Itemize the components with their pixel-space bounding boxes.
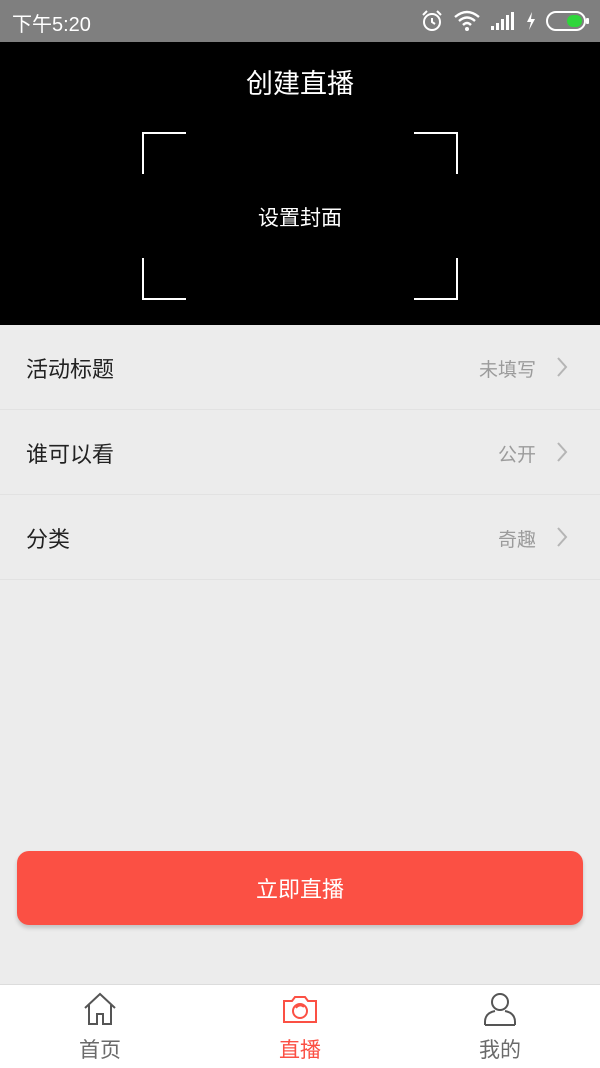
header: 创建直播 设置封面: [0, 42, 600, 325]
tab-label: 我的: [479, 1038, 521, 1062]
row-value: 奇趣: [497, 529, 536, 551]
user-icon: [484, 993, 516, 1026]
charging-icon: [527, 12, 535, 30]
tab-label: 首页: [79, 1038, 121, 1062]
status-bar: 下午5:20: [0, 0, 600, 42]
row-label: 谁可以看: [26, 443, 115, 468]
frame-corner: [414, 132, 458, 174]
tab-live[interactable]: 直播: [200, 985, 400, 1068]
signal-icon: [491, 12, 514, 30]
row-label: 分类: [26, 528, 71, 553]
status-icons: [420, 8, 590, 34]
settings-row-title[interactable]: 活动标题 未填写: [0, 325, 600, 410]
tab-home[interactable]: 首页: [0, 985, 200, 1068]
camera-icon: [283, 996, 317, 1023]
tab-profile[interactable]: 我的: [400, 985, 600, 1068]
settings-row-visibility[interactable]: 谁可以看 公开: [0, 410, 600, 495]
frame-corner: [142, 132, 186, 174]
set-cover-label: 设置封面: [258, 206, 342, 230]
settings-list: 活动标题 未填写 谁可以看 公开 分类 奇趣: [0, 325, 600, 580]
battery-icon: [546, 11, 589, 31]
home-icon: [84, 992, 116, 1025]
row-value: 未填写: [478, 359, 536, 381]
tab-bar: 首页 直播 我的: [0, 984, 600, 1068]
chevron-right-icon: [557, 357, 568, 377]
frame-corner: [142, 258, 186, 300]
row-value: 公开: [497, 444, 536, 466]
status-time: 下午5:20: [12, 14, 91, 36]
alarm-icon: [422, 10, 442, 31]
cover-picker[interactable]: 设置封面: [142, 132, 458, 300]
row-label: 活动标题: [26, 358, 115, 383]
wifi-icon: [454, 10, 480, 31]
settings-row-category[interactable]: 分类 奇趣: [0, 495, 600, 580]
page-title: 创建直播: [246, 69, 354, 100]
chevron-right-icon: [557, 442, 568, 462]
chevron-right-icon: [557, 527, 568, 547]
go-live-button[interactable]: 立即直播: [17, 851, 583, 925]
frame-corner: [414, 258, 458, 300]
tab-label: 直播: [279, 1038, 321, 1062]
